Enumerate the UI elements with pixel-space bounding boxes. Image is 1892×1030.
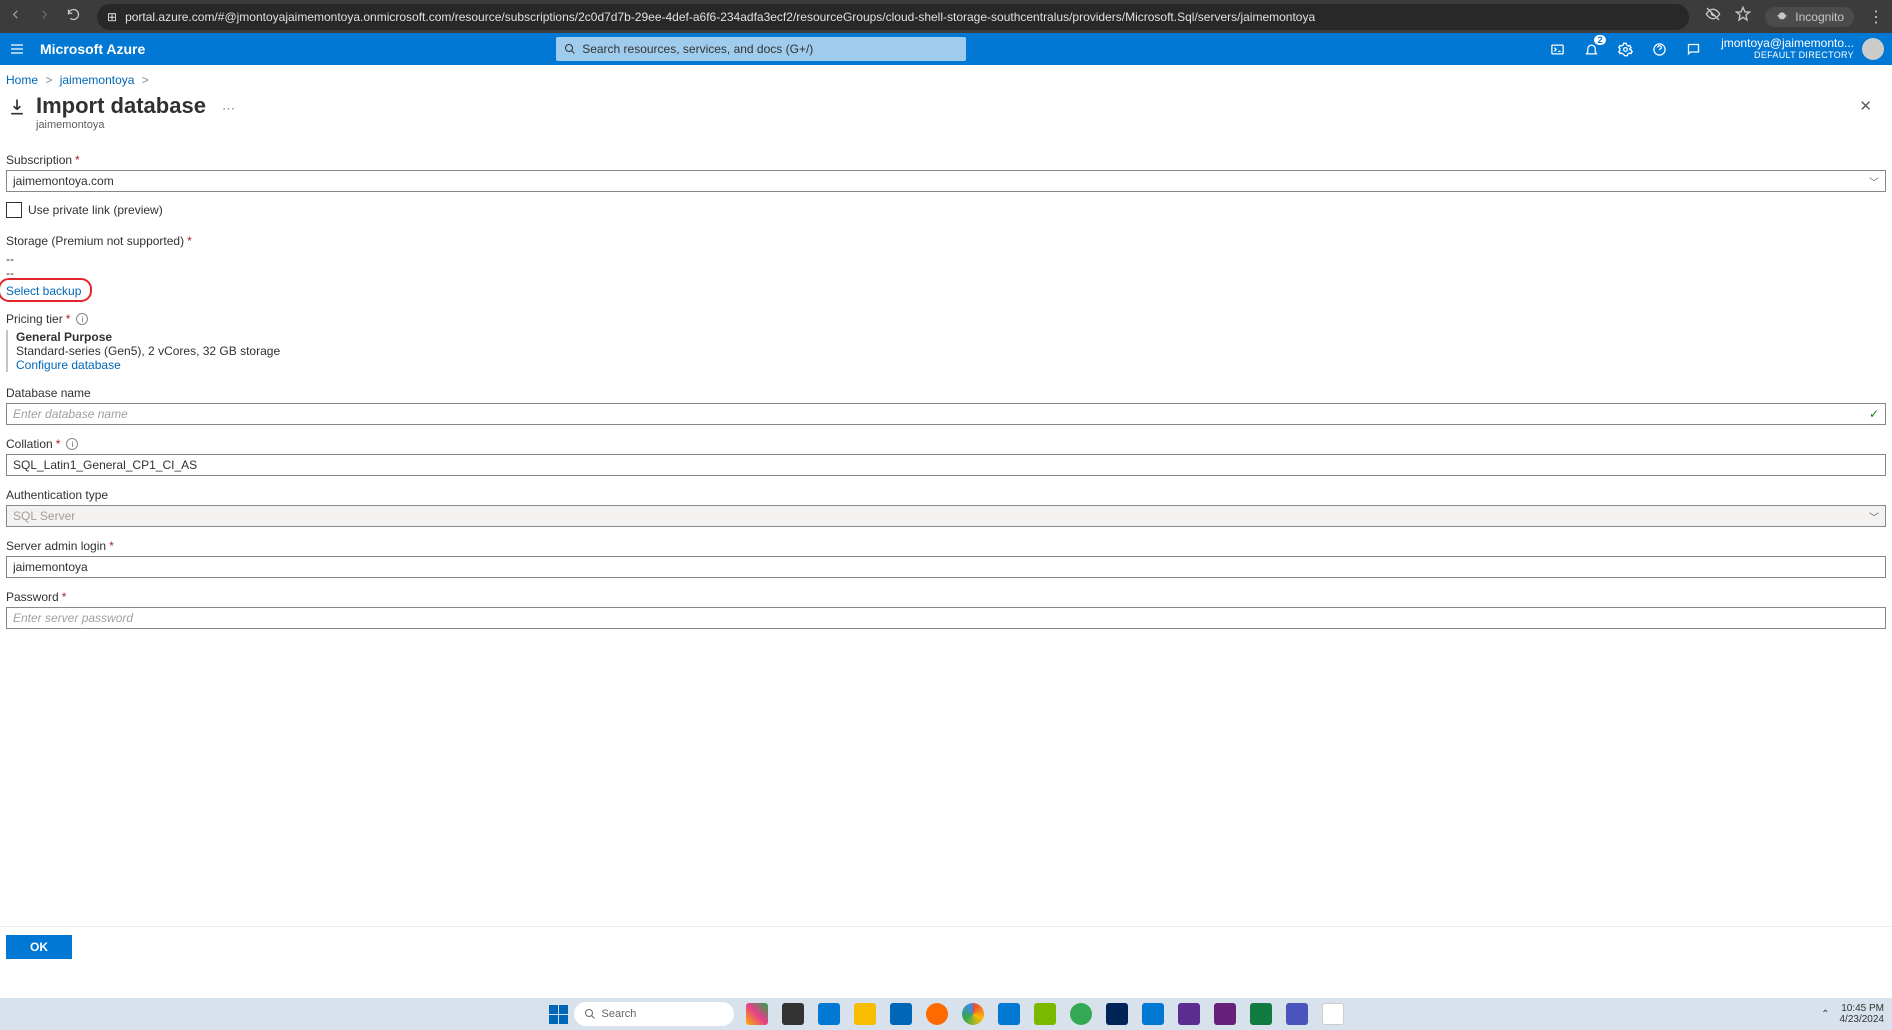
firefox-icon[interactable] (926, 1003, 948, 1025)
browser-chrome: ⊞ portal.azure.com/#@jmontoyajaimemontoy… (0, 0, 1892, 33)
excel-icon[interactable] (1250, 1003, 1272, 1025)
storage-value-2: -- (6, 266, 1886, 280)
page-subtitle: jaimemontoya (36, 119, 206, 131)
account-menu[interactable]: jmontoya@jaimemonto... DEFAULT DIRECTORY (1713, 37, 1892, 61)
subscription-label: Subscription * (6, 153, 1886, 167)
breadcrumb-home[interactable]: Home (6, 73, 38, 87)
collation-input-wrap (6, 454, 1886, 476)
admin-label: Server admin login * (6, 539, 1886, 553)
incognito-badge[interactable]: Incognito (1765, 7, 1854, 27)
app-icon[interactable] (1034, 1003, 1056, 1025)
pricing-desc: Standard-series (Gen5), 2 vCores, 32 GB … (16, 344, 1886, 358)
admin-input[interactable] (13, 560, 1879, 574)
auth-label: Authentication type (6, 488, 1886, 502)
close-icon[interactable]: ✕ (1859, 93, 1886, 115)
hamburger-icon[interactable] (0, 33, 34, 65)
taskbar-search[interactable]: Search (574, 1002, 734, 1026)
url-text: portal.azure.com/#@jmontoyajaimemontoya.… (125, 10, 1315, 24)
eye-off-icon[interactable] (1705, 6, 1721, 27)
start-icon[interactable] (549, 1005, 568, 1024)
address-bar[interactable]: ⊞ portal.azure.com/#@jmontoyajaimemontoy… (97, 4, 1689, 30)
ok-button[interactable]: OK (6, 935, 72, 959)
search-placeholder: Search resources, services, and docs (G+… (582, 42, 813, 56)
checkbox-icon (6, 202, 22, 218)
settings-icon[interactable] (1617, 41, 1633, 57)
back-icon[interactable] (8, 7, 23, 27)
storage-value-1: -- (6, 252, 1886, 266)
account-directory: DEFAULT DIRECTORY (1721, 49, 1854, 61)
collation-label: Collation * i (6, 437, 1886, 451)
password-input[interactable] (13, 611, 1879, 625)
db-name-input[interactable] (13, 407, 1879, 421)
help-icon[interactable] (1651, 41, 1667, 57)
forward-icon[interactable] (37, 7, 52, 27)
db-name-label: Database name (6, 386, 1886, 400)
app-icon[interactable] (1322, 1003, 1344, 1025)
valid-icon: ✓ (1869, 407, 1879, 421)
info-icon[interactable]: i (76, 313, 88, 325)
app-icon[interactable] (818, 1003, 840, 1025)
highlight-annotation (0, 278, 92, 302)
notif-count: 2 (1594, 35, 1606, 45)
account-email: jmontoya@jaimemonto... (1721, 37, 1854, 49)
import-icon (6, 97, 28, 117)
admin-input-wrap (6, 556, 1886, 578)
tray-chevron-icon[interactable]: ⌃ (1821, 1009, 1829, 1020)
subscription-select[interactable]: jaimemontoya.com ﹀ (6, 170, 1886, 192)
info-icon[interactable]: i (66, 438, 78, 450)
private-link-checkbox[interactable]: Use private link (preview) (6, 202, 1886, 218)
brand[interactable]: Microsoft Azure (34, 41, 145, 57)
refresh-icon[interactable] (66, 7, 81, 27)
powershell-icon[interactable] (1106, 1003, 1128, 1025)
cloud-shell-icon[interactable] (1549, 41, 1565, 57)
search-icon (584, 1008, 596, 1020)
teams-icon[interactable] (1286, 1003, 1308, 1025)
app-icon[interactable] (998, 1003, 1020, 1025)
chevron-down-icon: ﹀ (1869, 174, 1879, 189)
tray-clock[interactable]: 10:45 PM 4/23/2024 (1840, 1003, 1885, 1025)
notifications-icon[interactable]: 2 (1583, 41, 1599, 57)
breadcrumb-server[interactable]: jaimemontoya (60, 73, 135, 87)
pricing-tier: General Purpose (16, 330, 1886, 344)
page-title: Import database (36, 93, 206, 119)
app-icon[interactable] (1142, 1003, 1164, 1025)
file-explorer-icon[interactable] (854, 1003, 876, 1025)
app-icon[interactable] (782, 1003, 804, 1025)
taskbar: Search ⌃ 10:45 PM 4/23/2024 (0, 998, 1892, 1030)
chrome-icon[interactable] (962, 1003, 984, 1025)
app-icon[interactable] (1070, 1003, 1092, 1025)
avatar (1862, 38, 1884, 60)
azure-topbar: Microsoft Azure Search resources, servic… (0, 33, 1892, 65)
more-actions[interactable]: ⋯ (206, 93, 235, 117)
db-name-input-wrap: ✓ (6, 403, 1886, 425)
site-info-icon[interactable]: ⊞ (107, 10, 117, 24)
global-search[interactable]: Search resources, services, and docs (G+… (556, 37, 966, 61)
search-icon (564, 43, 576, 55)
pricing-label: Pricing tier * i (6, 312, 1886, 326)
auth-select[interactable]: SQL Server ﹀ (6, 505, 1886, 527)
password-input-wrap (6, 607, 1886, 629)
star-icon[interactable] (1735, 6, 1751, 27)
chevron-down-icon: ﹀ (1869, 509, 1879, 524)
configure-database-link[interactable]: Configure database (16, 358, 121, 372)
feedback-icon[interactable] (1685, 41, 1701, 57)
store-icon[interactable] (890, 1003, 912, 1025)
menu-icon[interactable]: ⋮ (1868, 7, 1884, 27)
storage-label: Storage (Premium not supported) * (6, 234, 1886, 248)
app-icon[interactable] (1178, 1003, 1200, 1025)
visual-studio-icon[interactable] (1214, 1003, 1236, 1025)
breadcrumb: Home > jaimemontoya > (0, 65, 1892, 91)
password-label: Password * (6, 590, 1886, 604)
collation-input[interactable] (13, 458, 1879, 472)
app-icon[interactable] (746, 1003, 768, 1025)
